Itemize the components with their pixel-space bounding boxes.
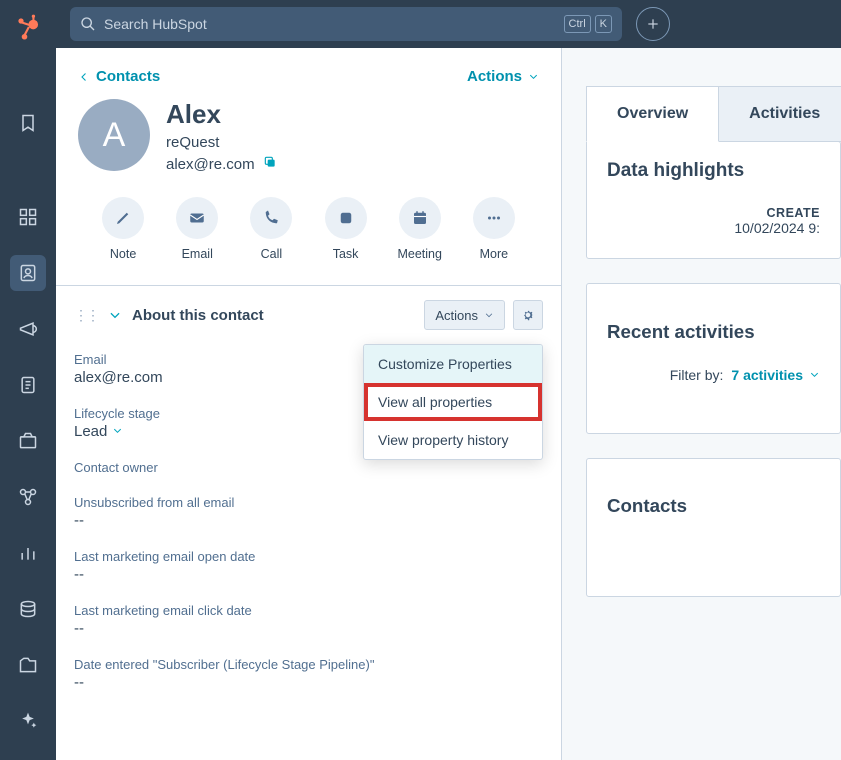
avatar[interactable]: A — [78, 99, 150, 171]
data-highlights-card: Data highlights CREATE 10/02/2024 9: — [586, 141, 841, 259]
task-icon — [337, 209, 355, 227]
nav-library[interactable] — [10, 647, 46, 683]
nav-reporting[interactable] — [10, 535, 46, 571]
copy-icon[interactable] — [263, 155, 277, 173]
right-tabs: Overview Activities — [586, 86, 841, 142]
more-button[interactable]: More — [462, 197, 526, 261]
nav-workspaces[interactable] — [10, 199, 46, 235]
field-label-owner: Contact owner — [74, 460, 543, 475]
drag-handle-icon[interactable]: ⋮⋮ — [74, 307, 98, 324]
contact-email: alex@re.com — [166, 156, 255, 173]
header-actions[interactable]: Actions — [467, 68, 539, 85]
search-icon — [80, 16, 96, 32]
more-icon — [485, 209, 503, 227]
create-date-label: CREATE — [607, 206, 820, 220]
email-icon — [188, 209, 206, 227]
nav-marketing[interactable] — [10, 311, 46, 347]
field-value-unsubscribed[interactable]: -- — [74, 512, 543, 529]
about-title: About this contact — [132, 307, 264, 324]
field-value-last-open[interactable]: -- — [74, 566, 543, 583]
phone-icon — [262, 209, 280, 227]
caret-down-icon — [112, 425, 123, 436]
nav-rail — [0, 0, 56, 760]
field-value-last-click[interactable]: -- — [74, 620, 543, 637]
search-shortcut: Ctrl K — [564, 15, 612, 33]
nav-commerce[interactable] — [10, 423, 46, 459]
calendar-icon — [411, 209, 429, 227]
plus-icon — [646, 17, 660, 31]
tab-activities[interactable]: Activities — [719, 86, 841, 142]
menu-view-all-properties[interactable]: View all properties — [364, 383, 542, 421]
task-button[interactable]: Task — [314, 197, 378, 261]
data-highlights-title: Data highlights — [607, 160, 820, 182]
meeting-button[interactable]: Meeting — [388, 197, 452, 261]
field-label-unsubscribed: Unsubscribed from all email — [74, 495, 543, 510]
chevron-left-icon — [78, 71, 90, 83]
search-input[interactable]: Search HubSpot Ctrl K — [70, 7, 622, 41]
right-pane: Overview Activities Data highlights CREA… — [562, 48, 841, 760]
nav-content[interactable] — [10, 367, 46, 403]
gear-icon — [521, 308, 535, 322]
contact-name: Alex — [166, 99, 277, 130]
nav-automations[interactable] — [10, 479, 46, 515]
back-link[interactable]: Contacts — [78, 68, 160, 85]
nav-ai-icon[interactable] — [10, 703, 46, 739]
call-button[interactable]: Call — [239, 197, 303, 261]
recent-activities-card: Recent activities Filter by: 7 activitie… — [586, 283, 841, 434]
settings-button[interactable] — [513, 300, 543, 330]
nav-crm[interactable] — [10, 255, 46, 291]
contact-company: reQuest — [166, 134, 277, 151]
field-value-date-entered[interactable]: -- — [74, 674, 543, 691]
menu-view-history[interactable]: View property history — [364, 421, 542, 459]
about-actions-button[interactable]: Actions — [424, 300, 505, 330]
create-date-value: 10/02/2024 9: — [607, 220, 820, 236]
filter-label: Filter by: — [670, 367, 724, 383]
caret-down-icon — [528, 71, 539, 82]
field-label-last-click: Last marketing email click date — [74, 603, 543, 618]
top-bar: Search HubSpot Ctrl K — [56, 0, 841, 48]
hubspot-logo[interactable] — [14, 14, 42, 47]
collapse-icon[interactable] — [108, 308, 122, 322]
contacts-card-title: Contacts — [607, 495, 820, 517]
about-section: ⋮⋮ About this contact Actions Customize … — [56, 285, 561, 751]
filter-activities-link[interactable]: 7 activities — [731, 367, 820, 383]
header-actions-label: Actions — [467, 68, 522, 85]
contact-left-pane: Contacts Actions A Alex reQuest alex@re.… — [56, 48, 562, 760]
tab-overview[interactable]: Overview — [586, 86, 719, 142]
back-link-label: Contacts — [96, 68, 160, 85]
recent-activities-title: Recent activities — [607, 321, 820, 343]
about-actions-menu: Customize Properties View all properties… — [363, 344, 543, 460]
nav-data[interactable] — [10, 591, 46, 627]
nav-bookmarks[interactable] — [10, 105, 46, 141]
menu-customize-properties[interactable]: Customize Properties — [364, 345, 542, 383]
search-placeholder: Search HubSpot — [104, 16, 564, 32]
field-label-date-entered: Date entered "Subscriber (Lifecycle Stag… — [74, 657, 543, 672]
caret-down-icon — [484, 310, 494, 320]
action-bar: Note Email Call Task Meeting More — [56, 181, 561, 285]
note-button[interactable]: Note — [91, 197, 155, 261]
field-label-last-open: Last marketing email open date — [74, 549, 543, 564]
note-icon — [114, 209, 132, 227]
contacts-card: Contacts — [586, 458, 841, 597]
caret-down-icon — [809, 369, 820, 380]
email-button[interactable]: Email — [165, 197, 229, 261]
create-button[interactable] — [636, 7, 670, 41]
